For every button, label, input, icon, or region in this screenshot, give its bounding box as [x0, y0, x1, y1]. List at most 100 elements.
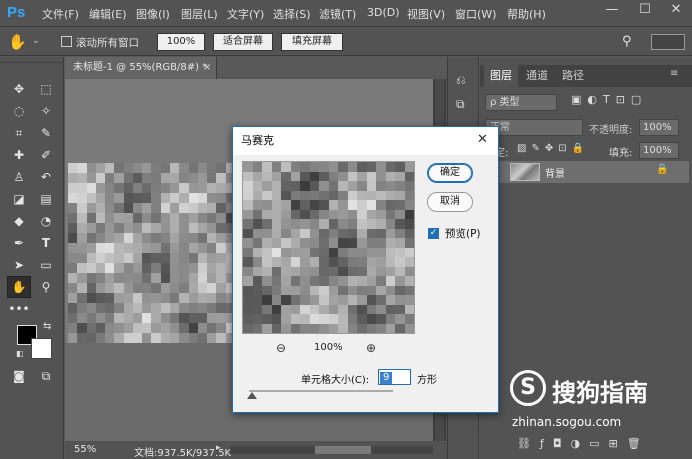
close-icon[interactable]: ×: [203, 57, 211, 79]
menu-file[interactable]: 文件(F): [42, 6, 79, 22]
status-arrow-icon[interactable]: ▸: [216, 443, 221, 453]
fill-input[interactable]: 100%: [639, 142, 679, 159]
tab-layers[interactable]: 图层: [484, 65, 518, 87]
mosaic-cell: [197, 233, 208, 243]
menu-3d[interactable]: 3D(D): [367, 6, 400, 19]
lasso-icon[interactable]: ◌: [8, 101, 30, 121]
blend-mode-select[interactable]: 正常: [485, 119, 583, 136]
layer-kind-select[interactable]: ρ 类型: [485, 94, 557, 111]
tab-paths[interactable]: 路径: [556, 65, 590, 87]
dialog-title-bar[interactable]: 马赛克: [233, 127, 498, 155]
properties-panel-icon[interactable]: ⧉: [456, 97, 465, 112]
tab-channels[interactable]: 通道: [520, 65, 554, 87]
dodge-icon[interactable]: ◔: [35, 211, 57, 231]
gradient-icon[interactable]: ▤: [35, 189, 57, 209]
mosaic-cell: [105, 193, 115, 203]
menu-layer[interactable]: 图层(L): [181, 6, 218, 22]
document-tab[interactable]: 未标题-1 @ 55%(RGB/8#) * ×: [65, 57, 217, 79]
cell-size-slider-track[interactable]: [249, 390, 393, 392]
zoom-out-icon[interactable]: ⊖: [276, 341, 286, 355]
document-canvas[interactable]: [68, 163, 235, 343]
cancel-button[interactable]: 取消: [427, 192, 473, 212]
preview-checkbox[interactable]: ✓: [428, 228, 439, 239]
hand-icon[interactable]: ✋: [8, 32, 30, 52]
move-icon[interactable]: ✥: [8, 79, 30, 99]
chevron-down-icon[interactable]: ⌄: [32, 36, 40, 46]
cell-size-slider-thumb[interactable]: [247, 392, 257, 399]
mosaic-cell: [86, 303, 96, 313]
eraser-icon[interactable]: ◪: [8, 189, 30, 209]
menu-image[interactable]: 图像(I): [136, 6, 170, 22]
cell-size-input[interactable]: 9: [378, 369, 411, 385]
eyedropper-icon[interactable]: ✎: [35, 123, 57, 143]
layer-row-background[interactable]: ◉ 背景 🔒: [482, 161, 689, 183]
menu-select[interactable]: 选择(S): [273, 6, 311, 22]
crop-icon[interactable]: ⌗: [8, 123, 30, 143]
blur-icon[interactable]: ◆: [8, 211, 30, 231]
more-tools-icon[interactable]: •••: [8, 299, 30, 319]
text-icon[interactable]: T: [35, 233, 57, 253]
healing-brush-icon[interactable]: ✚: [8, 145, 30, 165]
horizontal-scroll-thumb[interactable]: [315, 446, 371, 454]
document-tab-title: 未标题-1 @ 55%(RGB/8#) *: [73, 62, 208, 73]
mosaic-cell: [404, 162, 414, 172]
stamp-icon[interactable]: ♙: [8, 167, 30, 187]
history-brush-icon[interactable]: ↶: [35, 167, 57, 187]
maximize-icon[interactable]: ☐: [629, 0, 661, 22]
layers-panel-footer-icons[interactable]: ⛓ƒ◘◑▭⊞🗑: [482, 433, 689, 455]
window-close-icon[interactable]: ✕: [660, 0, 692, 22]
brush-icon[interactable]: ✐: [35, 145, 57, 165]
zoom-level[interactable]: 55%: [74, 444, 96, 455]
mosaic-cell: [328, 219, 338, 229]
lock-options-icons[interactable]: ▨✎✥⊡🔒: [517, 143, 589, 154]
default-colors-icon[interactable]: ◧: [16, 349, 24, 358]
mosaic-cell: [123, 313, 133, 323]
background-color-swatch[interactable]: [31, 338, 52, 359]
scroll-all-checkbox[interactable]: [61, 36, 72, 47]
zoom-in-icon[interactable]: ⊕: [366, 341, 376, 355]
menu-edit[interactable]: 编辑(E): [89, 6, 127, 22]
menu-window[interactable]: 窗口(W): [455, 6, 496, 22]
menu-type[interactable]: 文字(Y): [227, 6, 264, 22]
quick-mask-icon[interactable]: ◙: [8, 366, 30, 386]
menu-filter[interactable]: 滤镜(T): [319, 6, 356, 22]
workspace-switcher[interactable]: [651, 34, 685, 50]
hand-tool-icon[interactable]: ✋: [7, 276, 31, 298]
mosaic-cell: [404, 171, 414, 181]
opacity-input[interactable]: 100%: [639, 119, 679, 136]
screen-mode-icon[interactable]: ⧉: [35, 366, 57, 386]
rectangle-icon[interactable]: ▭: [35, 255, 57, 275]
mosaic-cell: [197, 263, 208, 273]
horizontal-scrollbar[interactable]: [230, 446, 433, 454]
mosaic-cell: [309, 295, 319, 305]
mosaic-cell: [114, 233, 124, 243]
mosaic-cell: [385, 314, 395, 324]
pen-icon[interactable]: ✒: [8, 233, 30, 253]
close-icon[interactable]: ✕: [477, 132, 488, 147]
magic-wand-icon[interactable]: ✧: [35, 101, 57, 121]
mosaic-cell: [142, 213, 152, 223]
marquee-icon[interactable]: ⬚: [35, 79, 57, 99]
mosaic-cell: [132, 173, 143, 183]
zoom-icon[interactable]: ⚲: [35, 277, 57, 297]
fill-screen-button[interactable]: 填充屏幕: [281, 33, 343, 51]
panel-menu-icon[interactable]: ≡: [670, 68, 678, 79]
mosaic-cell: [68, 213, 78, 223]
menu-help[interactable]: 帮助(H): [507, 6, 546, 22]
history-panel-icon[interactable]: ⎌: [456, 73, 466, 88]
mosaic-cell: [114, 283, 124, 293]
toolbox-grip[interactable]: [0, 57, 64, 63]
search-icon[interactable]: ⚲: [622, 34, 638, 50]
ok-button[interactable]: 确定: [427, 163, 473, 183]
path-select-icon[interactable]: ➤: [8, 255, 30, 275]
mosaic-cell: [338, 323, 348, 333]
layer-filter-icons[interactable]: ▣◐T⊡▢: [571, 93, 684, 111]
swap-colors-icon[interactable]: ⇆: [43, 321, 51, 332]
fit-screen-button[interactable]: 适合屏幕: [213, 33, 273, 51]
mosaic-cell: [179, 273, 189, 283]
mosaic-preview[interactable]: [242, 161, 415, 334]
zoom-100-button[interactable]: 100%: [157, 33, 205, 51]
minimize-icon[interactable]: —: [596, 0, 628, 22]
menu-view[interactable]: 视图(V): [407, 6, 445, 22]
mosaic-cell: [290, 257, 300, 267]
